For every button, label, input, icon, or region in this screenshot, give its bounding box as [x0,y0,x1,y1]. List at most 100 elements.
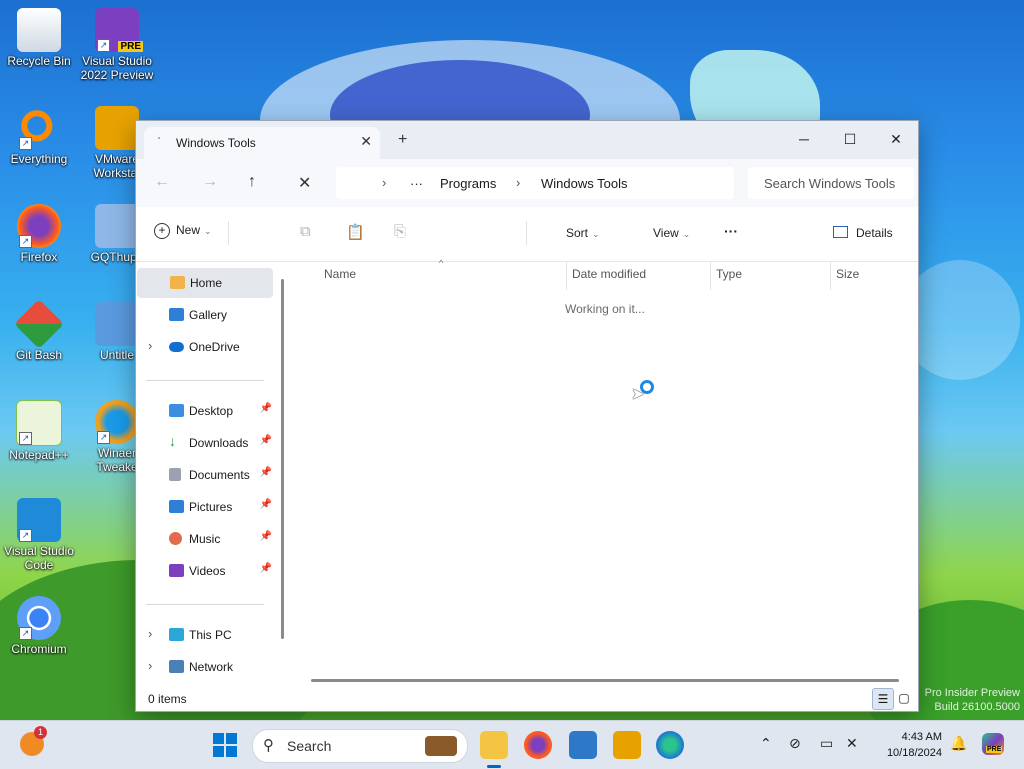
display-icon[interactable]: ▭ [820,735,833,752]
nav-item-documents[interactable]: Documents 📌 [136,460,274,490]
network-offline-icon[interactable]: ⊘ [789,735,801,752]
desktop-icon-git-bash[interactable]: Git Bash [1,299,77,362]
details-button[interactable]: Details [833,226,893,240]
start-button[interactable] [213,733,237,757]
address-bar-row: ← → ↑ ✕ › ··· Programs › Windows Tools S… [136,159,918,207]
column-header-type[interactable]: Type [716,267,742,281]
pin-icon[interactable]: 📌 [260,435,272,446]
horizontal-scrollbar[interactable] [311,679,899,682]
view-button[interactable]: View ⌄ [653,226,690,240]
nav-item-pictures[interactable]: Pictures 📌 [136,492,274,522]
shortcut-arrow-icon: ↗ [19,627,32,640]
tab-icon [158,137,160,139]
desktop-icon-vscode[interactable]: ↗ Visual Studio Code [1,498,77,572]
nav-item-gallery[interactable]: Gallery [136,300,274,330]
nav-item-network[interactable]: › Network [136,652,274,682]
volume-muted-icon[interactable]: ✕ [846,735,858,752]
more-options-button[interactable]: ··· [724,223,738,239]
file-explorer-taskbar-icon[interactable] [480,731,508,759]
firefox-taskbar-icon[interactable] [524,731,552,759]
close-button[interactable]: ✕ [874,125,918,153]
nav-item-downloads[interactable]: ↓ Downloads 📌 [136,428,274,458]
bell-icon[interactable]: 🔔 [950,735,967,752]
minimize-button[interactable]: ─ [782,125,826,153]
column-header-date-modified[interactable]: Date modified [572,267,646,281]
copilot-icon[interactable]: PRE [982,733,1004,755]
pin-icon[interactable]: 📌 [260,531,272,542]
nav-item-desktop[interactable]: Desktop 📌 [136,396,274,426]
search-box[interactable]: Search Windows Tools [748,167,914,199]
copy-icon[interactable]: ⧉ [300,223,311,240]
shortcut-arrow-icon: ↗ [19,235,32,248]
desktop-icon-firefox[interactable]: ↗ Firefox [1,204,77,264]
details-view-icon[interactable]: ☰ [872,688,894,710]
weather-widget-icon[interactable]: 1 [20,726,47,756]
chevron-right-icon[interactable]: › [148,658,152,673]
toolbar-divider [526,221,527,245]
pin-icon[interactable]: 📌 [260,499,272,510]
download-icon: ↓ [169,433,176,449]
desktop-icon-chromium[interactable]: ↗ Chromium [1,596,77,656]
new-button[interactable]: + New ⌄ [154,223,212,239]
new-tab-button[interactable]: + [398,131,407,149]
nav-item-music[interactable]: Music 📌 [136,524,274,554]
pin-icon[interactable]: 📌 [260,563,272,574]
tab-title: Windows Tools [176,136,256,150]
nav-item-home[interactable]: Home [137,268,273,298]
status-bar: 0 items ☰ ▢ [136,685,918,711]
firefox-icon: ↗ [17,204,61,248]
column-header-size[interactable]: Size [836,267,859,281]
rename-icon[interactable]: ⎘ [394,223,406,240]
column-header-name[interactable]: Name [324,267,356,281]
back-arrow-icon[interactable]: ← [154,173,170,191]
nav-item-videos[interactable]: Videos 📌 [136,556,274,586]
network-icon [169,660,184,673]
up-arrow-icon[interactable]: ↑ [248,173,256,191]
chevron-down-icon: ⌄ [592,229,600,239]
nav-item-this-pc[interactable]: › This PC [136,620,274,650]
breadcrumb-windows-tools[interactable]: Windows Tools [541,176,627,191]
desktop-icon-recycle-bin[interactable]: Recycle Bin [1,8,77,68]
search-highlight-icon [425,736,457,756]
column-divider[interactable] [830,262,831,290]
edge-taskbar-icon[interactable] [656,731,684,759]
vmware-taskbar-icon[interactable] [613,731,641,759]
breadcrumb-more[interactable]: ··· [410,176,423,191]
chevron-right-icon: › [516,175,521,190]
pin-icon[interactable]: 📌 [260,403,272,414]
chevron-right-icon[interactable]: › [148,626,152,641]
visual-studio-icon: PRE ↗ [95,8,143,52]
chevron-down-icon: ⌄ [682,229,691,239]
desktop-icon-everything[interactable]: ↗ Everything [1,106,77,166]
vscode-icon: ↗ [17,498,61,542]
tiles-view-icon[interactable]: ▢ [894,688,914,708]
shortcut-arrow-icon: ↗ [19,432,32,445]
forward-arrow-icon[interactable]: → [202,173,218,191]
maximize-button[interactable]: ☐ [828,125,872,153]
chevron-up-icon[interactable]: ⌃ [760,735,772,752]
shortcut-arrow-icon: ↗ [97,39,110,52]
column-divider[interactable] [710,262,711,290]
desktop-icon-notepad-plus-plus[interactable]: ↗ Notepad++ [1,400,77,462]
column-divider[interactable] [566,262,567,290]
breadcrumb[interactable]: › ··· Programs › Windows Tools [336,167,734,199]
desktop-icon-visual-studio-preview[interactable]: PRE ↗ Visual Studio 2022 Preview [79,8,155,82]
taskbar-search[interactable]: ⚲ Search [252,729,468,763]
nav-divider [146,380,264,381]
stop-icon[interactable]: ✕ [298,173,311,193]
clock[interactable]: 4:43 AM 10/18/2024 [876,729,942,761]
nav-pane-scrollbar[interactable] [281,279,284,639]
tab-windows-tools[interactable]: Windows Tools ✕ [144,127,380,159]
search-input[interactable]: Search Windows Tools [764,176,895,191]
close-tab-icon[interactable]: ✕ [360,133,372,150]
breadcrumb-programs[interactable]: Programs [440,176,496,191]
desktop-icon [169,404,184,417]
paste-icon[interactable]: 📋 [346,223,365,241]
pin-icon[interactable]: 📌 [260,467,272,478]
details-pane-icon [833,226,848,238]
chevron-right-icon[interactable]: › [148,338,152,353]
nav-item-onedrive[interactable]: › OneDrive [136,332,274,362]
sort-button[interactable]: Sort ⌄ [566,226,600,240]
app-taskbar-icon[interactable] [569,731,597,759]
plus-circle-icon: + [154,223,170,239]
